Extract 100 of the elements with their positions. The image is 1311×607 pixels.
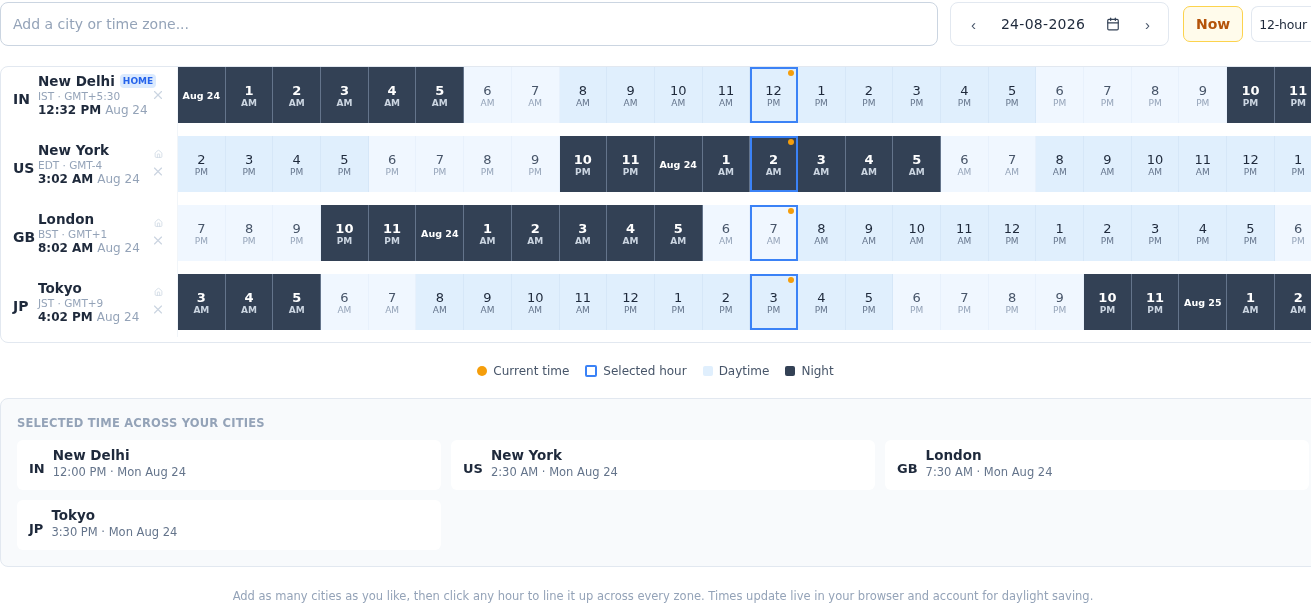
hour-cell[interactable]: 2 AM <box>1274 274 1311 330</box>
hour-cell[interactable]: Aug 24 <box>416 205 465 261</box>
hour-cell[interactable]: 2 AM <box>511 205 560 261</box>
hour-cell[interactable]: 5 AM <box>273 274 322 330</box>
hour-cell[interactable]: 7 AM <box>988 136 1037 192</box>
hour-cell[interactable]: 11 AM <box>941 205 989 261</box>
hour-cell[interactable]: 12 PM <box>1227 136 1275 192</box>
hour-cell[interactable]: 7 AM <box>511 67 560 123</box>
hour-cell[interactable]: 1 AM <box>464 205 512 261</box>
hour-cell[interactable]: 10 PM <box>1227 67 1275 123</box>
format-toggle[interactable]: 12-hour <box>1251 6 1311 42</box>
hour-cell[interactable]: 12 PM <box>750 67 798 123</box>
home-icon[interactable] <box>153 149 163 159</box>
hour-cell[interactable]: 5 PM <box>845 274 894 330</box>
hour-cell[interactable]: 4 PM <box>273 136 322 192</box>
hour-cell[interactable]: 3 PM <box>225 136 274 192</box>
hour-cell[interactable]: 9 PM <box>273 205 322 261</box>
hour-cell[interactable]: 4 PM <box>941 67 989 123</box>
hour-cell[interactable]: 2 AM <box>273 67 322 123</box>
hour-cell[interactable]: 6 AM <box>321 274 369 330</box>
hour-cell[interactable]: 2 PM <box>702 274 751 330</box>
hour-cell[interactable]: Aug 24 <box>654 136 703 192</box>
hour-cell[interactable]: 3 AM <box>797 136 846 192</box>
calendar-icon[interactable] <box>1106 17 1121 31</box>
close-icon[interactable] <box>151 88 165 102</box>
hour-cell[interactable]: Aug 25 <box>1179 274 1228 330</box>
hour-cell[interactable]: 5 AM <box>893 136 941 192</box>
hour-cell[interactable]: 10 AM <box>1131 136 1180 192</box>
next-day-button[interactable]: › <box>1141 15 1154 33</box>
hour-cell[interactable]: 9 AM <box>607 67 655 123</box>
hour-cell[interactable]: 4 AM <box>845 136 894 192</box>
hour-cell[interactable]: 3 PM <box>1131 205 1180 261</box>
hour-cell[interactable]: 6 PM <box>893 274 941 330</box>
hour-cell[interactable]: 11 AM <box>702 67 751 123</box>
hour-cell[interactable]: 10 AM <box>893 205 941 261</box>
hour-cell[interactable]: 4 PM <box>797 274 846 330</box>
hour-cell[interactable]: 8 AM <box>797 205 846 261</box>
hour-cell[interactable]: 1 AM <box>702 136 751 192</box>
hour-cell[interactable]: 8 PM <box>464 136 512 192</box>
hour-cell[interactable]: 1 AM <box>1227 274 1275 330</box>
hour-cell[interactable]: 3 AM <box>321 67 369 123</box>
hour-cell[interactable]: 6 PM <box>1036 67 1085 123</box>
hour-cell[interactable]: 6 AM <box>941 136 989 192</box>
home-icon[interactable] <box>153 218 163 228</box>
hour-cell[interactable]: 11 AM <box>1179 136 1228 192</box>
hour-cell[interactable]: 11 PM <box>368 205 417 261</box>
hour-cell[interactable]: 8 AM <box>416 274 465 330</box>
hour-cell[interactable]: 6 AM <box>464 67 512 123</box>
hour-cell[interactable]: 5 PM <box>321 136 369 192</box>
hour-cell[interactable]: 3 PM <box>893 67 941 123</box>
close-icon[interactable] <box>151 302 165 317</box>
hour-cell[interactable]: 9 PM <box>1179 67 1228 123</box>
hour-cell[interactable]: 9 PM <box>511 136 560 192</box>
hour-cell[interactable]: 2 PM <box>845 67 894 123</box>
hour-cell[interactable]: 10 PM <box>321 205 369 261</box>
hour-cell[interactable]: 11 AM <box>559 274 608 330</box>
hour-cell[interactable]: 5 AM <box>416 67 465 123</box>
hour-cell[interactable]: 3 AM <box>178 274 226 330</box>
hour-cell[interactable]: 2 PM <box>178 136 226 192</box>
hour-cell[interactable]: 1 PM <box>1036 205 1085 261</box>
hour-cell[interactable]: 7 PM <box>941 274 989 330</box>
hour-cell[interactable]: 9 AM <box>845 205 894 261</box>
hour-cell[interactable]: 1 PM <box>654 274 703 330</box>
hour-cell[interactable]: 2 PM <box>1084 205 1132 261</box>
hour-cell[interactable]: 8 PM <box>225 205 274 261</box>
hour-cell[interactable]: 7 PM <box>178 205 226 261</box>
hour-cell[interactable]: 3 PM <box>750 274 798 330</box>
hour-cell[interactable]: 9 PM <box>1036 274 1085 330</box>
hour-cell[interactable]: 8 PM <box>1131 67 1180 123</box>
hour-cell[interactable]: 8 PM <box>988 274 1037 330</box>
hour-cell[interactable]: 10 AM <box>511 274 560 330</box>
hour-cell[interactable]: 5 AM <box>654 205 703 261</box>
hour-cell[interactable]: 8 AM <box>1036 136 1085 192</box>
hour-cell[interactable]: 4 AM <box>225 274 274 330</box>
hour-cell[interactable]: 5 PM <box>988 67 1037 123</box>
hour-cell[interactable]: 8 AM <box>559 67 608 123</box>
hour-cell[interactable]: 6 PM <box>1274 205 1311 261</box>
hour-cell[interactable]: 7 PM <box>1084 67 1132 123</box>
hour-cell[interactable]: 2 AM <box>750 136 798 192</box>
hour-cell[interactable]: 4 PM <box>1179 205 1228 261</box>
hour-cell[interactable]: 3 AM <box>559 205 608 261</box>
hour-cell[interactable]: 12 PM <box>988 205 1037 261</box>
hour-cell[interactable]: 5 PM <box>1227 205 1275 261</box>
close-icon[interactable] <box>151 233 165 248</box>
now-button[interactable]: Now <box>1183 6 1244 42</box>
hour-cell[interactable]: 9 AM <box>1084 136 1132 192</box>
hour-cell[interactable]: Aug 24 <box>178 67 226 123</box>
hour-cell[interactable]: 7 PM <box>416 136 465 192</box>
hour-cell[interactable]: 10 PM <box>559 136 608 192</box>
search-field[interactable]: Add a city or time zone... <box>0 2 938 46</box>
hour-cell[interactable]: 10 AM <box>654 67 703 123</box>
hour-cell[interactable]: 6 AM <box>702 205 751 261</box>
hour-cell[interactable]: 1 AM <box>225 67 274 123</box>
hour-cell[interactable]: 4 AM <box>607 205 655 261</box>
hour-cell[interactable]: 1 PM <box>797 67 846 123</box>
hour-cell[interactable]: 7 AM <box>750 205 798 261</box>
hour-cell[interactable]: 12 PM <box>607 274 655 330</box>
hour-cell[interactable]: 9 AM <box>464 274 512 330</box>
hour-cell[interactable]: 11 PM <box>1274 67 1311 123</box>
close-icon[interactable] <box>151 164 165 179</box>
